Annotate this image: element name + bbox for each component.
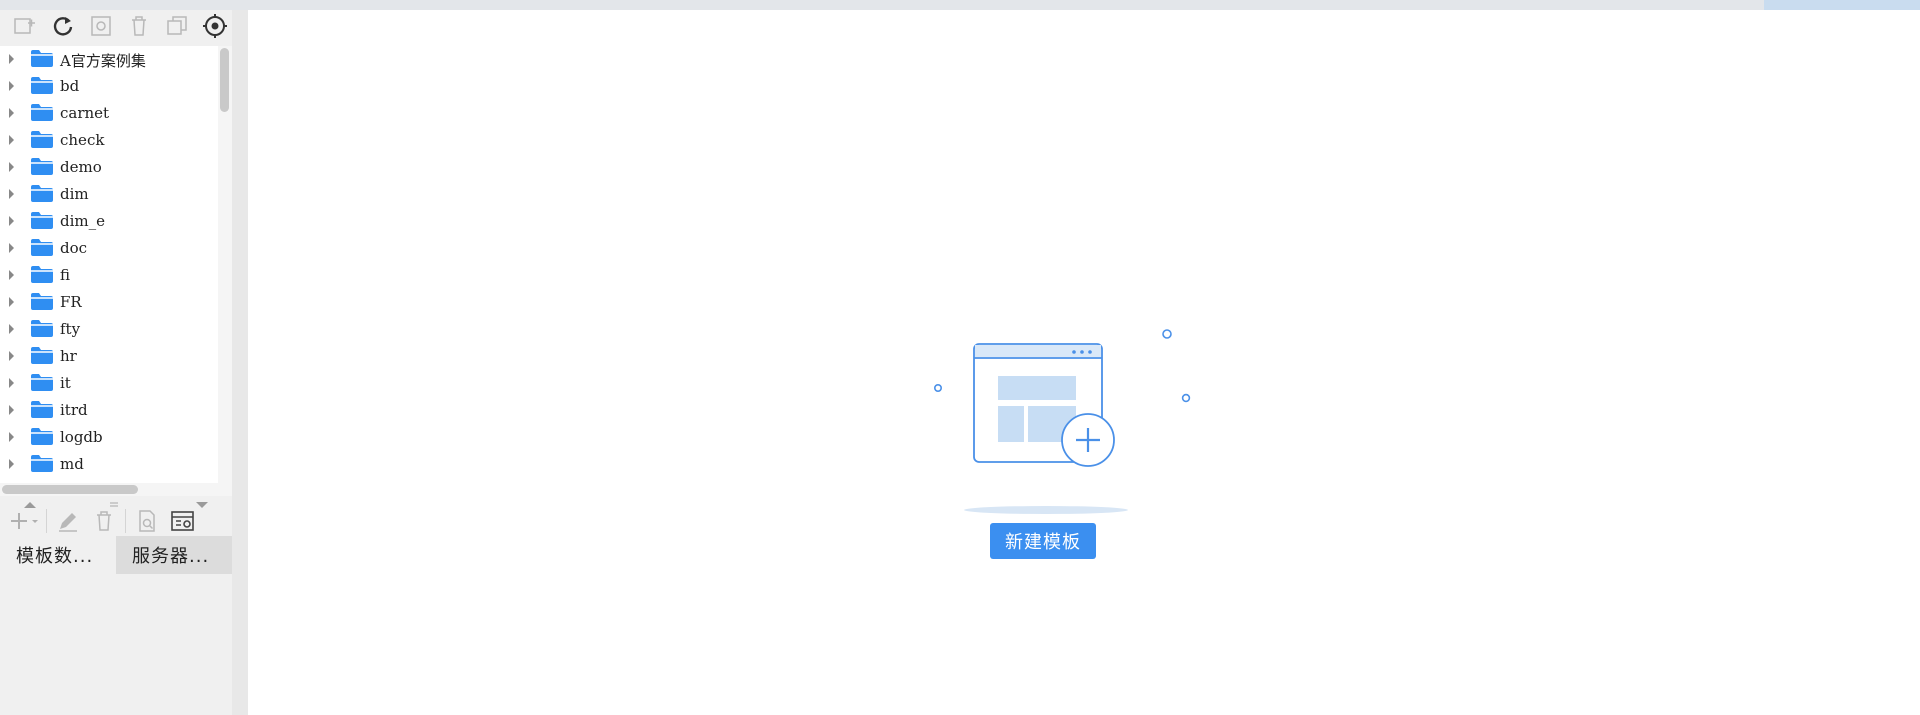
folder-icon xyxy=(31,347,53,364)
expand-arrow-icon[interactable] xyxy=(9,135,14,145)
folder-icon xyxy=(31,239,53,256)
tree-item[interactable]: FR xyxy=(0,289,218,316)
tree-item-label: carnet xyxy=(60,104,110,122)
tree-item-label: FR xyxy=(60,293,82,311)
tree-item-label: itrd xyxy=(60,401,88,419)
top-bar xyxy=(0,0,1920,10)
folder-icon xyxy=(31,104,53,121)
dataset-config-icon[interactable] xyxy=(168,507,198,535)
expand-arrow-icon[interactable] xyxy=(9,459,14,469)
left-pane: A官方案例集 bd carnet check demo dim dim_e do… xyxy=(0,10,248,715)
tree-item[interactable]: it xyxy=(0,370,218,397)
tree-item-label: fty xyxy=(60,320,81,338)
tree-item[interactable]: fi xyxy=(0,262,218,289)
folder-icon xyxy=(31,455,53,472)
folder-icon xyxy=(31,401,53,418)
tree-item[interactable]: doc xyxy=(0,235,218,262)
tree-item[interactable]: fty xyxy=(0,316,218,343)
tree-item-label: dim xyxy=(60,185,89,203)
tree-item[interactable]: A官方案例集 xyxy=(0,46,218,73)
expand-arrow-icon[interactable] xyxy=(9,81,14,91)
expand-arrow-icon[interactable] xyxy=(9,405,14,415)
expand-arrow-icon[interactable] xyxy=(9,378,14,388)
tree-item[interactable]: dim_e xyxy=(0,208,218,235)
copy-icon[interactable] xyxy=(162,12,192,40)
tree-horizontal-scrollbar[interactable] xyxy=(0,483,232,496)
expand-arrow-icon[interactable] xyxy=(9,324,14,334)
tree-item-label: check xyxy=(60,131,105,149)
expand-arrow-icon[interactable] xyxy=(9,54,14,64)
new-folder-icon[interactable] xyxy=(10,12,40,40)
preview-icon[interactable] xyxy=(132,507,162,535)
locate-icon[interactable] xyxy=(200,12,230,40)
expand-arrow-icon[interactable] xyxy=(9,270,14,280)
settings-icon[interactable] xyxy=(86,12,116,40)
expand-arrow-icon[interactable] xyxy=(9,297,14,307)
folder-icon xyxy=(31,50,53,67)
tree-item-label: A官方案例集 xyxy=(60,52,146,70)
toolbar-divider xyxy=(46,509,47,533)
tab-template-dataset[interactable]: 模板数... xyxy=(0,536,116,574)
tree-item[interactable]: md xyxy=(0,451,218,478)
tree-item[interactable]: demo xyxy=(0,154,218,181)
tree-item[interactable]: bd xyxy=(0,73,218,100)
expand-arrow-icon[interactable] xyxy=(9,432,14,442)
tab-server-dataset[interactable]: 服务器... xyxy=(116,536,232,574)
folder-icon xyxy=(31,131,53,148)
tree-item-label: doc xyxy=(60,239,88,257)
tree-toolbar xyxy=(0,10,238,42)
panel-tabs: 模板数... 服务器... xyxy=(0,536,232,574)
tree-item[interactable]: carnet xyxy=(0,100,218,127)
new-template-button[interactable]: 新建模板 xyxy=(990,523,1096,559)
expand-arrow-icon[interactable] xyxy=(9,351,14,361)
folder-icon xyxy=(31,320,53,337)
tree-vertical-scrollbar[interactable] xyxy=(218,46,232,484)
tree-item-label: dim_e xyxy=(60,212,105,230)
folder-icon xyxy=(31,185,53,202)
delete-icon[interactable] xyxy=(89,507,119,535)
folder-icon xyxy=(31,293,53,310)
main-workspace: 新建模板 xyxy=(248,10,1920,715)
tree-item-label: hr xyxy=(60,347,77,365)
folder-icon xyxy=(31,266,53,283)
pane-edge xyxy=(232,10,248,715)
expand-arrow-icon[interactable] xyxy=(9,243,14,253)
tree-item[interactable]: check xyxy=(0,127,218,154)
add-icon[interactable] xyxy=(10,507,40,535)
tree-item-label: md xyxy=(60,455,84,473)
tree-item-label: demo xyxy=(60,158,102,176)
toolbar-divider xyxy=(125,509,126,533)
template-tree: A官方案例集 bd carnet check demo dim dim_e do… xyxy=(0,46,232,484)
folder-icon xyxy=(31,158,53,175)
folder-icon xyxy=(31,428,53,445)
top-bar-accent xyxy=(1764,0,1920,10)
tree-item-label: logdb xyxy=(60,428,103,446)
refresh-icon[interactable] xyxy=(48,12,78,40)
expand-arrow-icon[interactable] xyxy=(9,189,14,199)
folder-icon xyxy=(31,374,53,391)
scrollbar-thumb[interactable] xyxy=(2,485,138,494)
empty-template-illustration xyxy=(934,329,1191,514)
folder-icon xyxy=(31,77,53,94)
datasource-toolbar xyxy=(0,504,232,538)
expand-arrow-icon[interactable] xyxy=(9,162,14,172)
expand-arrow-icon[interactable] xyxy=(9,216,14,226)
tree-item[interactable]: itrd xyxy=(0,397,218,424)
tree-item[interactable]: hr xyxy=(0,343,218,370)
folder-icon xyxy=(31,212,53,229)
edit-icon[interactable] xyxy=(53,507,83,535)
tree-item-label: it xyxy=(60,374,71,392)
expand-arrow-icon[interactable] xyxy=(9,108,14,118)
dataset-panel xyxy=(0,574,232,715)
tree-item[interactable]: logdb xyxy=(0,424,218,451)
scrollbar-thumb[interactable] xyxy=(220,48,229,112)
delete-icon[interactable] xyxy=(124,12,154,40)
tree-item[interactable]: dim xyxy=(0,181,218,208)
tree-item-label: fi xyxy=(60,266,71,284)
tree-item-label: bd xyxy=(60,77,80,95)
